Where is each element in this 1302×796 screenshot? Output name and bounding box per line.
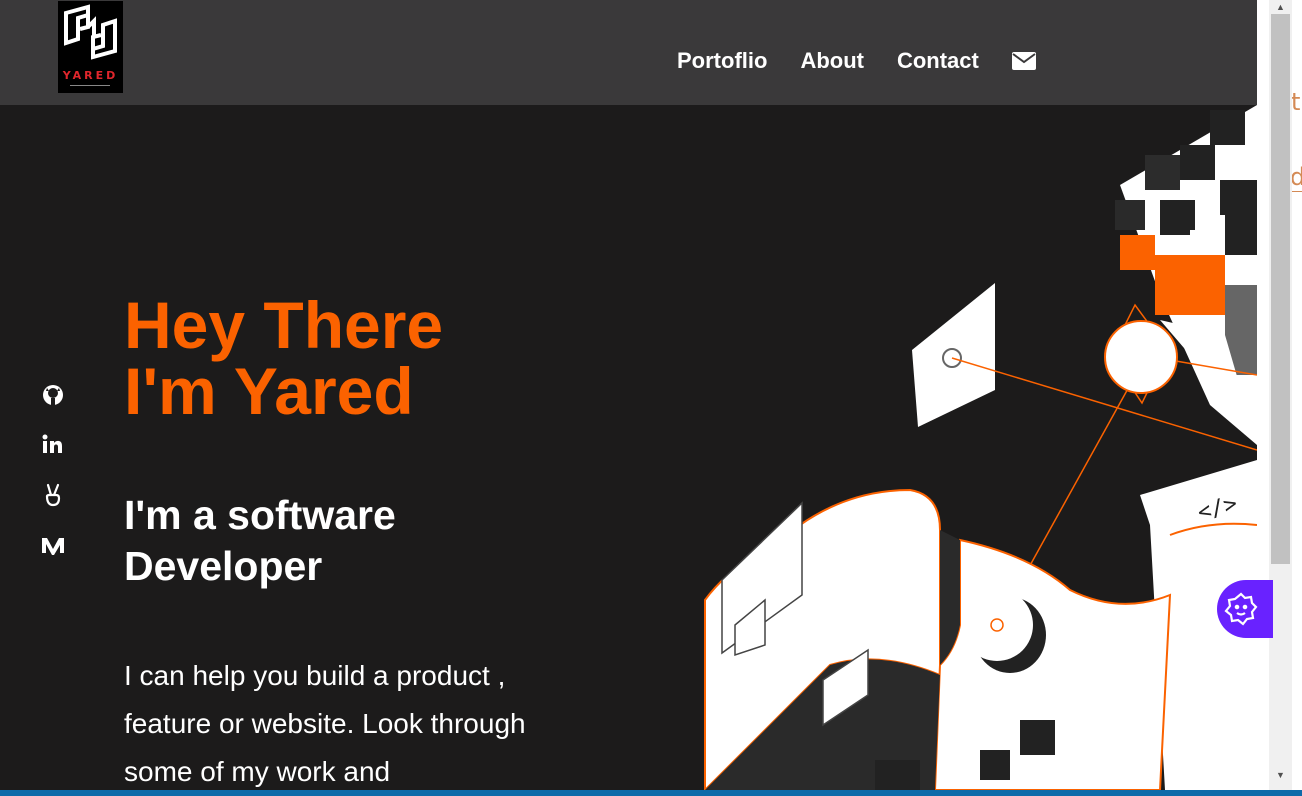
site-logo[interactable]: YARED xyxy=(58,1,123,93)
logo-text: YARED xyxy=(62,69,119,82)
vertical-scrollbar[interactable]: ▲ ▼ xyxy=(1269,0,1292,790)
scroll-thumb[interactable] xyxy=(1271,14,1290,564)
logo-mark-icon xyxy=(64,4,117,60)
envelope-icon[interactable] xyxy=(1011,51,1036,71)
orb-circle xyxy=(1104,320,1178,394)
page-viewport: YARED Portoflio About Contact </> Hey Th… xyxy=(0,0,1257,790)
peek-text-1: t xyxy=(1291,88,1301,116)
logo-underline xyxy=(70,85,110,86)
gear-face-icon xyxy=(1224,592,1258,626)
github-icon[interactable] xyxy=(38,380,68,410)
hero-illustration: </> xyxy=(704,105,1257,790)
hero-description: I can help you build a product , feature… xyxy=(124,660,526,787)
settings-widget-button[interactable] xyxy=(1217,580,1273,638)
hero-title-line1: Hey There xyxy=(124,288,444,362)
medium-icon[interactable] xyxy=(38,530,68,560)
hero-title: Hey There I'm Yared xyxy=(124,292,644,424)
peace-hand-icon[interactable] xyxy=(38,480,68,510)
navbar: YARED Portoflio About Contact xyxy=(0,0,1257,105)
hero-subtitle: I'm a software Developer xyxy=(124,490,544,592)
linkedin-icon[interactable] xyxy=(38,430,68,460)
nav-link-contact[interactable]: Contact xyxy=(897,48,979,74)
hero-title-line2: I'm Yared xyxy=(124,354,414,428)
nav-link-portfolio[interactable]: Portoflio xyxy=(677,48,767,74)
scroll-up-arrow[interactable]: ▲ xyxy=(1269,0,1292,14)
nav-links: Portoflio About Contact xyxy=(677,48,1036,74)
hero-subtitle-line2: Developer xyxy=(124,543,323,589)
social-links xyxy=(38,380,70,580)
hero-subtitle-line1: I'm a software xyxy=(124,492,396,538)
tilted-card xyxy=(912,283,995,427)
scroll-down-arrow[interactable]: ▼ xyxy=(1269,768,1292,782)
bottom-taskbar-strip xyxy=(0,790,1302,796)
nav-link-about[interactable]: About xyxy=(800,48,864,74)
